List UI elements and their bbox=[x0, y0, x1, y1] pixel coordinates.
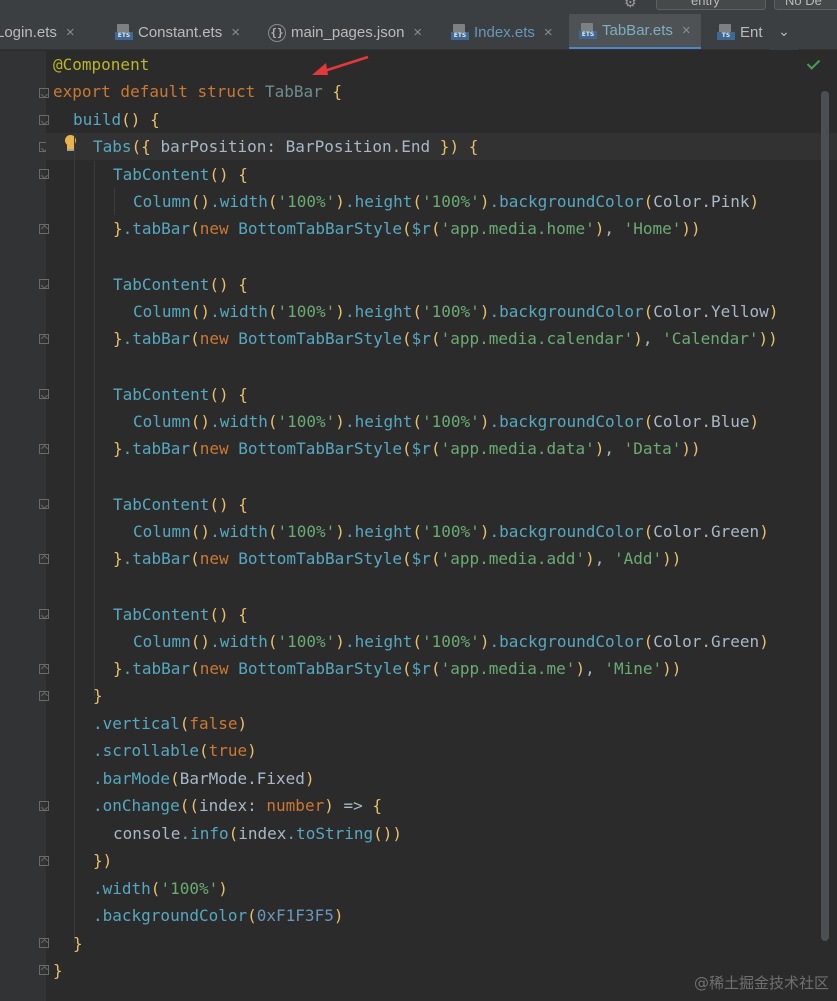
tab-tabbar[interactable]: TabBar.ets × bbox=[569, 14, 701, 49]
tab-entry[interactable]: Ent bbox=[717, 14, 763, 49]
code-line: Tabs({ barPosition: BarPosition.End }) { bbox=[93, 137, 479, 156]
code-line: Column().width('100%').height('100%').ba… bbox=[133, 632, 769, 651]
fold-toggle-icon[interactable] bbox=[39, 691, 49, 701]
code-line: .backgroundColor(0xF1F3F5) bbox=[93, 906, 344, 925]
fold-toggle-icon[interactable] bbox=[39, 88, 49, 98]
ts-file-icon bbox=[717, 24, 735, 40]
editor-tab-bar: Login.ets × Constant.ets × main_pages.js… bbox=[0, 14, 837, 50]
fold-toggle-icon[interactable] bbox=[39, 965, 49, 975]
code-line: } bbox=[93, 686, 103, 705]
device-select[interactable]: No De bbox=[774, 0, 837, 10]
module-select[interactable]: entry bbox=[656, 0, 766, 10]
code-content: @Component export default struct TabBar … bbox=[53, 51, 778, 980]
code-line: } bbox=[53, 961, 63, 980]
fold-toggle-icon[interactable] bbox=[39, 334, 49, 344]
gear-icon[interactable]: ⚙ bbox=[624, 0, 637, 11]
fold-toggle-icon[interactable] bbox=[39, 801, 49, 811]
code-line: TabContent() { bbox=[113, 385, 248, 404]
code-line: @Component bbox=[53, 55, 150, 74]
fold-toggle-icon[interactable] bbox=[39, 389, 49, 399]
tab-label: Login.ets bbox=[0, 23, 57, 41]
fold-toggle-icon[interactable] bbox=[39, 444, 49, 454]
chevron-down-icon[interactable]: ⌄ bbox=[770, 14, 798, 50]
code-line: }.tabBar(new BottomTabBarStyle($r('app.m… bbox=[113, 219, 701, 238]
tab-label: Ent bbox=[740, 23, 763, 41]
code-line: }.tabBar(new BottomTabBarStyle($r('app.m… bbox=[113, 329, 778, 348]
code-line: Column().width('100%').height('100%').ba… bbox=[133, 302, 779, 321]
tab-label: Constant.ets bbox=[138, 23, 223, 41]
code-line: } bbox=[73, 934, 83, 953]
code-line: .vertical(false) bbox=[93, 714, 248, 733]
indent-guide bbox=[94, 161, 95, 696]
code-line: console.info(index.toString()) bbox=[113, 824, 403, 843]
tab-index[interactable]: Index.ets × bbox=[451, 14, 553, 49]
code-line: }.tabBar(new BottomTabBarStyle($r('app.m… bbox=[113, 659, 682, 678]
fold-toggle-icon[interactable] bbox=[39, 938, 49, 948]
tab-label: TabBar.ets bbox=[602, 22, 673, 39]
fold-toggle-icon[interactable] bbox=[39, 856, 49, 866]
fold-toggle-icon[interactable] bbox=[39, 499, 49, 509]
code-line: Column().width('100%').height('100%').ba… bbox=[133, 522, 769, 541]
top-toolbar: ⚙ entry No De bbox=[0, 0, 837, 14]
close-icon[interactable]: × bbox=[682, 22, 691, 39]
tab-label: main_pages.json bbox=[291, 23, 405, 41]
code-line: .width('100%') bbox=[93, 879, 228, 898]
close-icon[interactable]: × bbox=[231, 24, 240, 41]
fold-toggle-icon[interactable] bbox=[39, 115, 49, 125]
ets-file-icon bbox=[579, 22, 597, 39]
close-icon[interactable]: × bbox=[66, 24, 75, 41]
code-line: export default struct TabBar { bbox=[53, 82, 343, 101]
code-line: TabContent() { bbox=[113, 495, 248, 514]
code-line: }.tabBar(new BottomTabBarStyle($r('app.m… bbox=[113, 549, 682, 568]
close-icon[interactable]: × bbox=[544, 24, 553, 41]
fold-toggle-icon[interactable] bbox=[39, 609, 49, 619]
fold-toggle-icon[interactable] bbox=[39, 664, 49, 674]
fold-toggle-icon[interactable] bbox=[39, 279, 49, 289]
code-line: build() { bbox=[73, 110, 160, 129]
json-file-icon bbox=[268, 24, 286, 42]
fold-toggle-icon[interactable] bbox=[39, 554, 49, 564]
code-line: .onChange((index: number) => { bbox=[93, 796, 383, 815]
code-editor[interactable]: @Component export default struct TabBar … bbox=[0, 51, 837, 1001]
close-icon[interactable]: × bbox=[413, 24, 422, 41]
annotation-arrow-icon bbox=[312, 55, 369, 75]
tab-login[interactable]: Login.ets × bbox=[0, 14, 75, 49]
vertical-scrollbar[interactable] bbox=[821, 91, 829, 941]
tab-main-pages[interactable]: main_pages.json × bbox=[268, 14, 422, 49]
code-line: Column().width('100%').height('100%').ba… bbox=[133, 192, 760, 211]
code-line: TabContent() { bbox=[113, 605, 248, 624]
code-line: }.tabBar(new BottomTabBarStyle($r('app.m… bbox=[113, 439, 701, 458]
code-line: TabContent() { bbox=[113, 165, 248, 184]
code-line: .scrollable(true) bbox=[93, 741, 257, 760]
code-line: .barMode(BarMode.Fixed) bbox=[93, 769, 315, 788]
watermark: @稀土掘金技术社区 bbox=[693, 974, 829, 992]
ets-file-icon bbox=[115, 24, 133, 40]
code-line: TabContent() { bbox=[113, 275, 248, 294]
tab-constant[interactable]: Constant.ets × bbox=[115, 14, 240, 49]
tab-label: Index.ets bbox=[474, 23, 535, 41]
code-line: Column().width('100%').height('100%').ba… bbox=[133, 412, 760, 431]
fold-toggle-icon[interactable] bbox=[39, 169, 49, 179]
ets-file-icon bbox=[451, 24, 469, 40]
fold-toggle-icon[interactable] bbox=[39, 224, 49, 234]
check-icon bbox=[806, 57, 822, 73]
indent-guide bbox=[114, 188, 115, 215]
code-line: }) bbox=[93, 851, 113, 870]
